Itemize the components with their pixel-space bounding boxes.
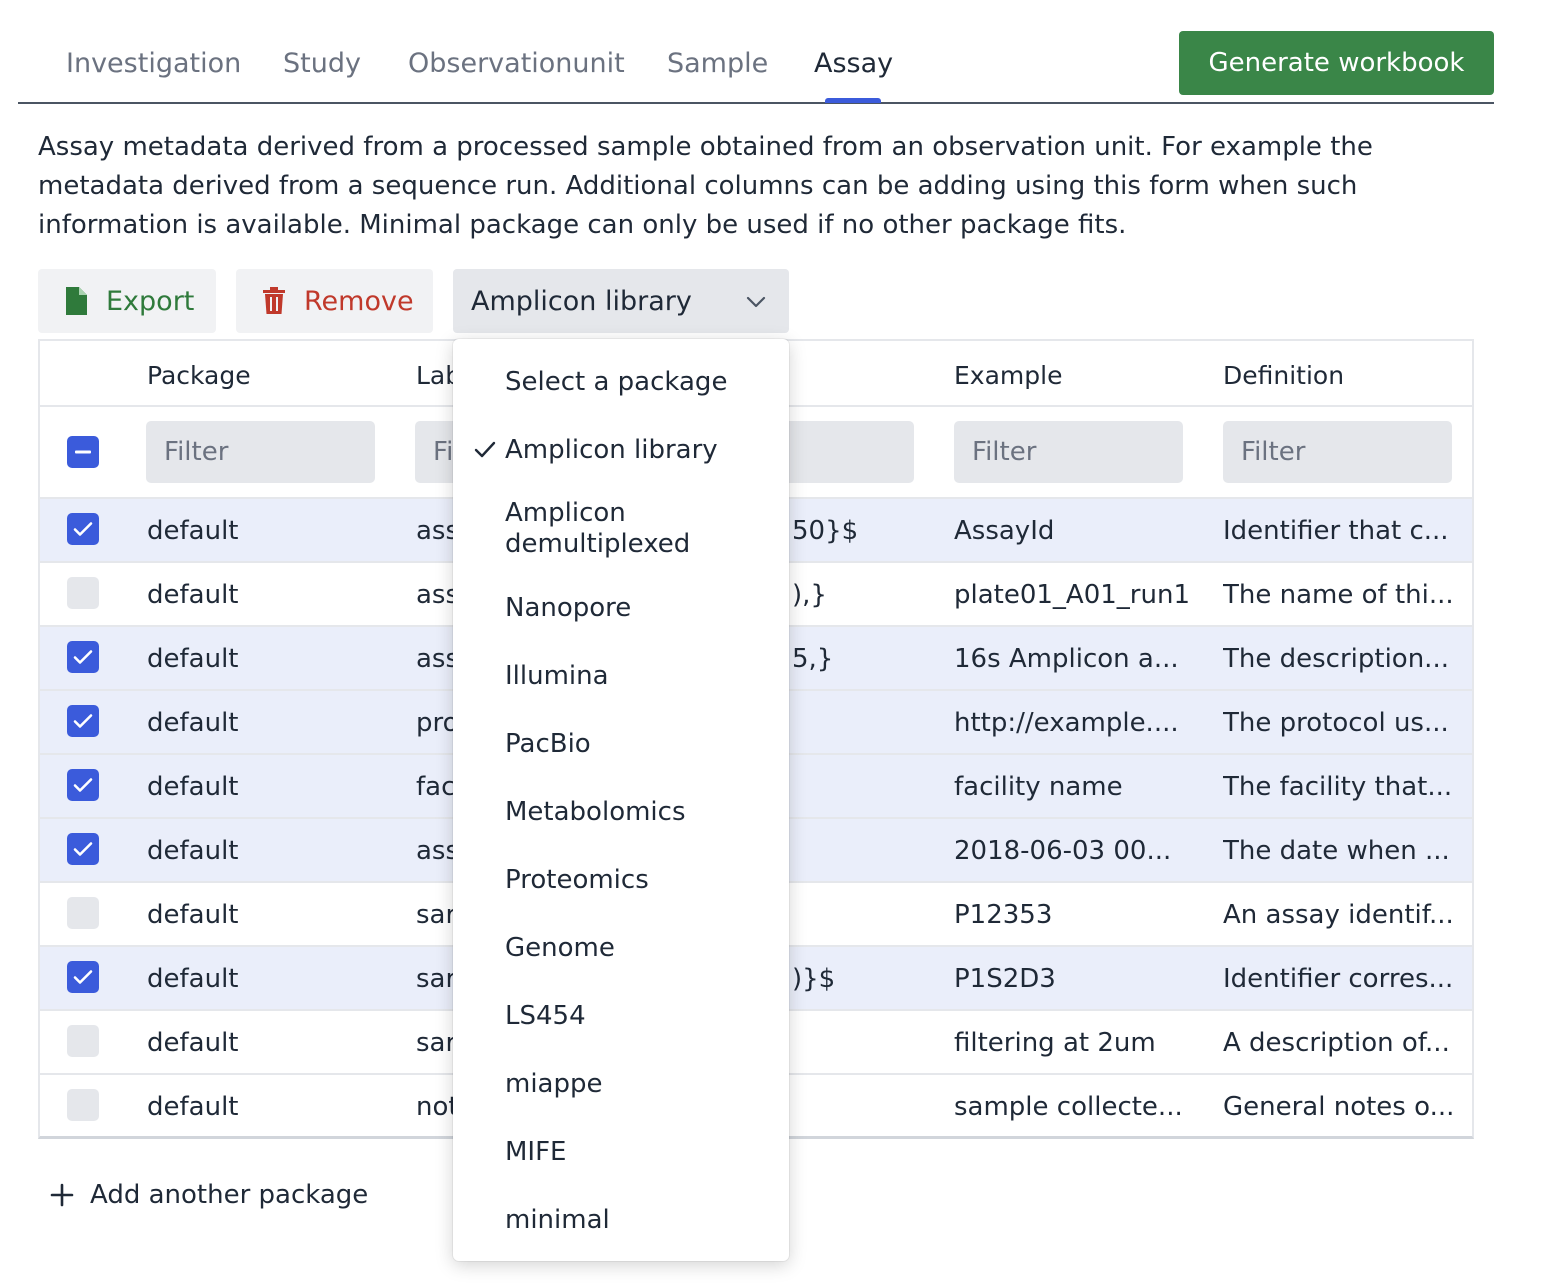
row-checkbox[interactable] (67, 1025, 99, 1057)
cell-definition: General notes o... (1223, 1092, 1455, 1122)
dropdown-option[interactable]: miappe (505, 1069, 603, 1100)
cell-label: sar (416, 1028, 457, 1058)
cell-example: sample collecte... (954, 1092, 1183, 1122)
tab-assay[interactable]: Assay (814, 48, 893, 79)
package-dropdown-menu: Select a package Amplicon library Amplicon… (453, 339, 789, 1261)
tab-study[interactable]: Study (283, 48, 361, 79)
dropdown-option[interactable]: Genome (505, 933, 615, 964)
dropdown-option[interactable]: PacBio (505, 729, 591, 760)
cell-label: sar (416, 964, 457, 994)
cell-definition: The protocol us... (1223, 708, 1449, 738)
cell-package: default (147, 836, 239, 866)
add-package-button[interactable]: Add another package (48, 1180, 368, 1210)
tab-description: Assay metadata derived from a processed … (38, 132, 1373, 240)
cell-definition: The description... (1223, 644, 1449, 674)
cell-package: default (147, 772, 239, 802)
add-package-label: Add another package (90, 1180, 369, 1210)
filter-example-input[interactable]: Filter (954, 421, 1183, 483)
cell-syntax: )}$ (792, 964, 836, 994)
export-button[interactable]: Export (38, 269, 216, 333)
dropdown-option[interactable]: LS454 (505, 1001, 586, 1032)
file-icon (64, 286, 90, 316)
dropdown-option[interactable]: Illumina (505, 661, 609, 692)
generate-workbook-button[interactable]: Generate workbook (1179, 31, 1494, 95)
header-package[interactable]: Package (147, 361, 251, 390)
cell-package: default (147, 644, 239, 674)
tab-observationunit[interactable]: Observationunit (408, 48, 625, 79)
dropdown-option[interactable]: MIFE (505, 1137, 566, 1168)
cell-syntax: ),} (792, 580, 827, 610)
cell-definition: The date when ... (1223, 836, 1450, 866)
row-checkbox[interactable] (67, 577, 99, 609)
cell-example: AssayId (954, 516, 1055, 546)
cell-example: facility name (954, 772, 1123, 802)
remove-label: Remove (304, 285, 414, 317)
row-checkbox[interactable] (67, 897, 99, 929)
row-checkbox[interactable] (67, 833, 99, 865)
cell-example: P1S2D3 (954, 964, 1056, 994)
tab-investigation[interactable]: Investigation (66, 48, 241, 79)
tab-sample[interactable]: Sample (667, 48, 768, 79)
cell-package: default (147, 1092, 239, 1122)
remove-button[interactable]: Remove (236, 269, 433, 333)
cell-label: fac (416, 772, 456, 802)
cell-syntax: 50}$ (792, 516, 859, 546)
row-checkbox[interactable] (67, 513, 99, 545)
cell-syntax: 5,} (792, 644, 834, 674)
export-label: Export (106, 285, 195, 317)
row-checkbox[interactable] (67, 961, 99, 993)
cell-example: P12353 (954, 900, 1053, 930)
cell-example: http://example.... (954, 708, 1179, 738)
cell-package: default (147, 1028, 239, 1058)
active-tab-indicator (825, 98, 881, 103)
dropdown-option[interactable]: Amplicon library (505, 435, 718, 466)
dropdown-option[interactable]: Nanopore (505, 593, 631, 624)
cell-example: 16s Amplicon a... (954, 644, 1179, 674)
cell-example: filtering at 2um (954, 1028, 1156, 1058)
cell-label: sar (416, 900, 457, 930)
checkmark-icon (473, 438, 497, 462)
cell-definition: The facility that... (1223, 772, 1453, 802)
header-definition[interactable]: Definition (1223, 361, 1344, 390)
cell-definition: Identifier corres... (1223, 964, 1454, 994)
row-checkbox[interactable] (67, 705, 99, 737)
filter-package-input[interactable]: Filter (146, 421, 375, 483)
chevron-down-icon (745, 289, 767, 311)
row-checkbox[interactable] (67, 769, 99, 801)
header-example[interactable]: Example (954, 361, 1062, 390)
cell-package: default (147, 708, 239, 738)
package-select-value: Amplicon library (471, 285, 692, 317)
dropdown-option[interactable]: Proteomics (505, 865, 649, 896)
cell-package: default (147, 964, 239, 994)
cell-definition: The name of thi... (1223, 580, 1454, 610)
package-select[interactable]: Amplicon library (453, 269, 789, 333)
dropdown-option[interactable]: Metabolomics (505, 797, 686, 828)
dropdown-option[interactable]: Select a package (505, 367, 727, 398)
cell-example: 2018-06-03 00... (954, 836, 1172, 866)
cell-definition: An assay identif... (1223, 900, 1454, 930)
select-all-checkbox[interactable] (67, 436, 99, 468)
trash-icon (262, 286, 288, 316)
cell-package: default (147, 516, 239, 546)
cell-package: default (147, 580, 239, 610)
plus-icon (48, 1181, 76, 1209)
cell-definition: Identifier that c... (1223, 516, 1449, 546)
cell-example: plate01_A01_run1 (954, 580, 1190, 610)
dropdown-option[interactable]: Amplicon demultiplexed (505, 498, 705, 560)
cell-definition: A description of... (1223, 1028, 1450, 1058)
row-checkbox[interactable] (67, 641, 99, 673)
filter-definition-input[interactable]: Filter (1223, 421, 1452, 483)
cell-package: default (147, 900, 239, 930)
row-checkbox[interactable] (67, 1089, 99, 1121)
dropdown-option[interactable]: minimal (505, 1205, 610, 1236)
